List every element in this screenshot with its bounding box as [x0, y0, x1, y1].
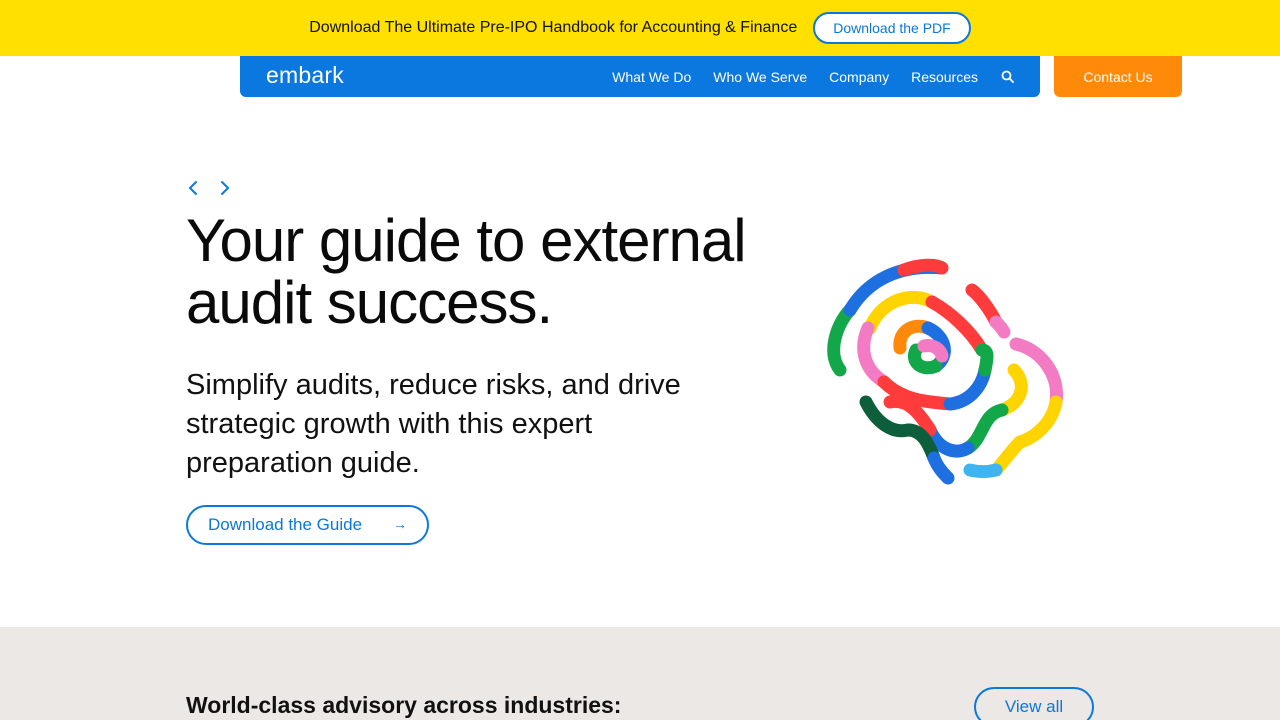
hero-title-line-2: audit success.: [186, 269, 553, 336]
colorful-brain-illustration: [827, 258, 1064, 485]
contact-us-button[interactable]: Contact Us: [1054, 56, 1182, 97]
nav-links: What We Do Who We Serve Company Resource…: [612, 56, 1014, 97]
chevron-right-icon[interactable]: [217, 179, 233, 197]
arrow-right-icon: →: [393, 516, 407, 532]
hero-subtitle: Simplify audits, reduce risks, and drive…: [186, 369, 681, 479]
download-guide-button[interactable]: Download the Guide →: [186, 505, 429, 545]
promo-text: Download The Ultimate Pre-IPO Handbook f…: [309, 19, 798, 36]
nav-link-company[interactable]: Company: [829, 69, 889, 85]
search-icon[interactable]: [1000, 70, 1014, 84]
nav-link-what-we-do[interactable]: What We Do: [612, 69, 691, 85]
nav-link-resources[interactable]: Resources: [911, 69, 978, 85]
chevron-left-icon[interactable]: [185, 179, 201, 197]
industries-section: World-class advisory across industries: …: [0, 627, 1280, 720]
industries-title: World-class advisory across industries:: [186, 692, 622, 718]
view-all-button[interactable]: View all: [974, 687, 1094, 720]
nav-link-who-we-serve[interactable]: Who We Serve: [713, 69, 807, 85]
promo-banner: Download The Ultimate Pre-IPO Handbook f…: [0, 0, 1280, 56]
download-guide-label: Download the Guide: [208, 515, 363, 534]
download-pdf-button[interactable]: Download the PDF: [813, 12, 971, 44]
hero-title: Your guide to external audit success.: [186, 210, 826, 334]
hero-title-line-1: Your guide to external: [186, 207, 747, 274]
embark-logo[interactable]: embark: [266, 62, 344, 89]
main-navigation: embark What We Do Who We Serve Company R…: [240, 56, 1040, 97]
